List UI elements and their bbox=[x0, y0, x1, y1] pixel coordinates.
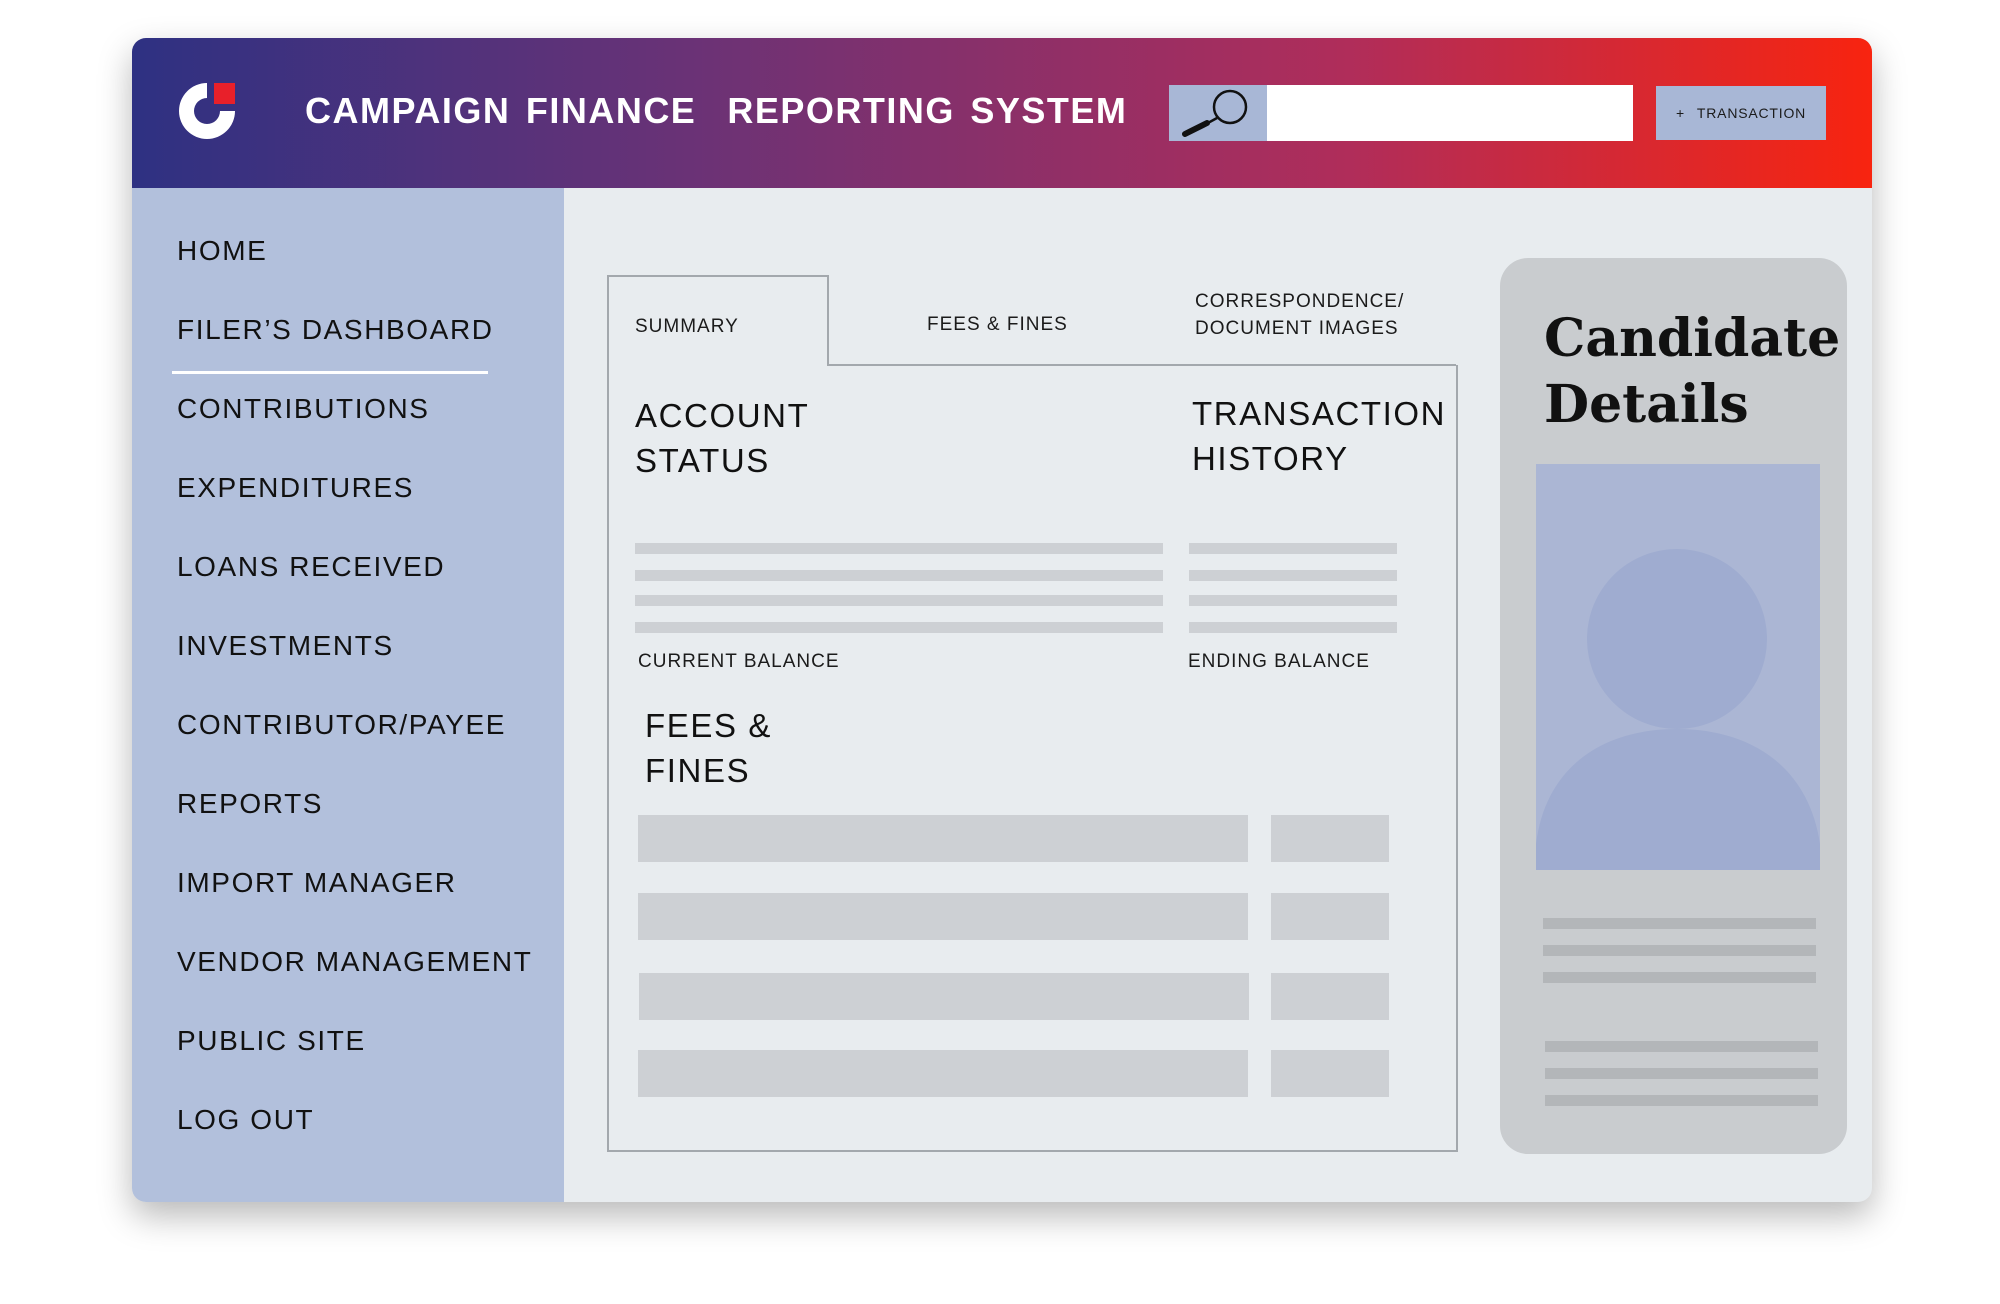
app-window: CAMPAIGN FINANCE REPORTING SYSTEM + TRAN… bbox=[132, 38, 1872, 1202]
transaction-history-heading: TRANSACTION HISTORY bbox=[1192, 395, 1447, 477]
placeholder-line bbox=[1189, 622, 1397, 633]
placeholder-line bbox=[635, 622, 1163, 633]
placeholder-line bbox=[635, 595, 1163, 606]
sidebar-item-vendor-management[interactable]: VENDOR MANAGEMENT bbox=[177, 946, 532, 978]
app-logo-icon[interactable] bbox=[176, 80, 238, 142]
person-silhouette-icon bbox=[1536, 549, 1820, 870]
sidebar-item-public-site[interactable]: PUBLIC SITE bbox=[177, 1025, 366, 1057]
placeholder-line bbox=[1545, 1095, 1818, 1106]
placeholder-line bbox=[1545, 1068, 1818, 1079]
sidebar-item-loans-received[interactable]: LOANS RECEIVED bbox=[177, 551, 445, 583]
placeholder-line bbox=[1543, 918, 1816, 929]
placeholder-line bbox=[1543, 972, 1816, 983]
fees-fines-heading: FEES & FINES bbox=[645, 707, 772, 789]
summary-panel: SUMMARY FEES & FINES CORRESPONDENCE/ DOC… bbox=[607, 275, 1458, 1152]
search-input[interactable] bbox=[1267, 85, 1633, 141]
tab-fees-fines[interactable]: FEES & FINES bbox=[927, 314, 1068, 336]
sidebar-item-investments[interactable]: INVESTMENTS bbox=[177, 630, 394, 662]
fee-row-placeholder bbox=[639, 973, 1249, 1020]
placeholder-line bbox=[635, 543, 1163, 554]
sidebar-item-contributions[interactable]: CONTRIBUTIONS bbox=[177, 393, 430, 425]
magnifier-icon bbox=[1182, 89, 1248, 137]
fee-amount-placeholder bbox=[1271, 893, 1389, 940]
summary-content: ACCOUNT STATUS CURRENT BALANCE TRANSACTI… bbox=[607, 365, 1458, 1152]
placeholder-line bbox=[1189, 570, 1397, 581]
placeholder-line bbox=[1189, 543, 1397, 554]
candidate-details-card: Candidate Details bbox=[1500, 258, 1847, 1154]
plus-icon: + bbox=[1675, 105, 1685, 121]
fee-amount-placeholder bbox=[1271, 1050, 1389, 1097]
active-nav-indicator bbox=[172, 371, 488, 374]
sidebar-item-expenditures[interactable]: EXPENDITURES bbox=[177, 472, 414, 504]
fee-row-placeholder bbox=[638, 815, 1248, 862]
sidebar-item-log-out[interactable]: LOG OUT bbox=[177, 1104, 314, 1136]
sidebar-nav: HOME FILER’S DASHBOARD CONTRIBUTIONS EXP… bbox=[132, 188, 564, 1202]
current-balance-label: CURRENT BALANCE bbox=[638, 651, 840, 672]
app-header: CAMPAIGN FINANCE REPORTING SYSTEM + TRAN… bbox=[132, 38, 1872, 188]
ending-balance-label: ENDING BALANCE bbox=[1188, 651, 1370, 672]
sidebar-item-reports[interactable]: REPORTS bbox=[177, 788, 323, 820]
sidebar-item-filers-dashboard[interactable]: FILER’S DASHBOARD bbox=[177, 314, 494, 346]
placeholder-line bbox=[1543, 945, 1816, 956]
account-status-heading: ACCOUNT STATUS bbox=[635, 397, 810, 479]
tab-correspondence-document-images[interactable]: CORRESPONDENCE/ DOCUMENT IMAGES bbox=[1195, 288, 1404, 342]
transaction-button-label: TRANSACTION bbox=[1696, 105, 1807, 121]
add-transaction-button[interactable]: + TRANSACTION bbox=[1656, 86, 1826, 140]
fee-amount-placeholder bbox=[1271, 815, 1389, 862]
candidate-details-title: Candidate Details bbox=[1544, 308, 1841, 435]
candidate-photo[interactable] bbox=[1536, 464, 1820, 870]
fee-amount-placeholder bbox=[1271, 973, 1389, 1020]
placeholder-line bbox=[635, 570, 1163, 581]
search-button[interactable] bbox=[1169, 85, 1267, 141]
sidebar-item-contributor-payee[interactable]: CONTRIBUTOR/PAYEE bbox=[177, 709, 506, 741]
fee-row-placeholder bbox=[638, 893, 1248, 940]
tab-summary-label: SUMMARY bbox=[635, 316, 739, 337]
fee-row-placeholder bbox=[638, 1050, 1248, 1097]
app-title: CAMPAIGN FINANCE REPORTING SYSTEM bbox=[305, 90, 1128, 131]
placeholder-line bbox=[1545, 1041, 1818, 1052]
tab-summary[interactable]: SUMMARY bbox=[607, 275, 829, 366]
sidebar-item-home[interactable]: HOME bbox=[177, 235, 267, 267]
search-bar bbox=[1169, 85, 1633, 141]
placeholder-line bbox=[1189, 595, 1397, 606]
sidebar-item-import-manager[interactable]: IMPORT MANAGER bbox=[177, 867, 457, 899]
